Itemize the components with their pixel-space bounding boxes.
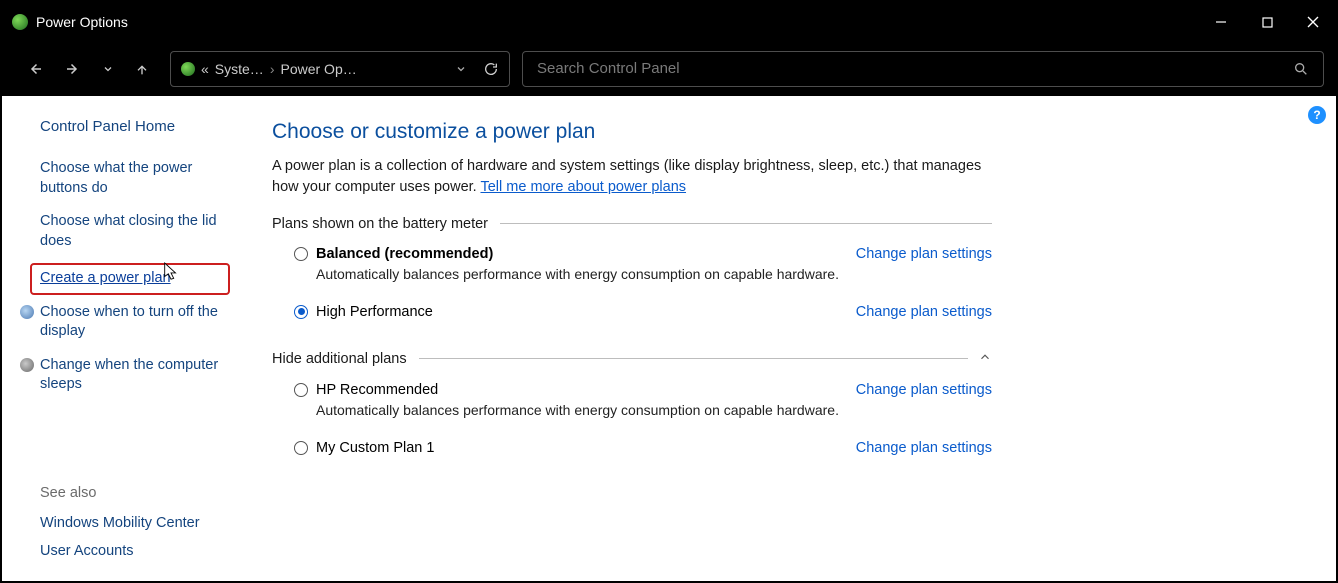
change-settings-custom1[interactable]: Change plan settings	[856, 440, 992, 456]
main-content: ? Choose or customize a power plan A pow…	[262, 96, 1336, 581]
sidebar-item-create-plan[interactable]: Create a power plan	[30, 263, 230, 295]
arrow-left-icon	[26, 60, 44, 78]
radio-hp-recommended[interactable]	[294, 383, 308, 397]
plan-name-balanced[interactable]: Balanced (recommended)	[316, 246, 493, 262]
forward-button[interactable]	[64, 60, 82, 78]
collapse-additional-button[interactable]	[978, 350, 992, 368]
minimize-icon	[1215, 16, 1227, 28]
section-battery-label: Plans shown on the battery meter	[272, 216, 488, 232]
see-also-mobility-center[interactable]: Windows Mobility Center	[40, 515, 248, 531]
search-button[interactable]	[1293, 61, 1309, 77]
page-description: A power plan is a collection of hardware…	[272, 156, 1002, 198]
sidebar: Control Panel Home Choose what the power…	[2, 96, 262, 581]
plan-desc-hp-recommended: Automatically balances performance with …	[316, 402, 856, 418]
change-settings-balanced[interactable]: Change plan settings	[856, 246, 992, 262]
back-button[interactable]	[26, 60, 44, 78]
plan-name-high-performance[interactable]: High Performance	[316, 304, 433, 320]
see-also-header: See also	[40, 485, 248, 501]
window-controls	[1198, 2, 1336, 42]
section-battery-plans: Plans shown on the battery meter	[272, 216, 992, 232]
section-additional-label: Hide additional plans	[272, 351, 407, 367]
create-power-plan-link[interactable]: Create a power plan	[40, 270, 171, 286]
arrow-up-icon	[134, 61, 150, 77]
minimize-button[interactable]	[1198, 2, 1244, 42]
divider	[419, 358, 968, 359]
address-dropdown[interactable]	[455, 63, 467, 75]
divider	[500, 223, 992, 224]
section-additional-plans[interactable]: Hide additional plans	[272, 350, 992, 368]
search-input[interactable]	[537, 60, 1293, 77]
breadcrumb-prefix: «	[201, 61, 209, 77]
change-settings-hp-recommended[interactable]: Change plan settings	[856, 382, 992, 398]
search-icon	[1293, 61, 1309, 77]
address-app-icon	[181, 62, 195, 76]
window-title: Power Options	[36, 14, 128, 30]
arrow-right-icon	[64, 60, 82, 78]
sidebar-item-power-buttons[interactable]: Choose what the power buttons do	[40, 159, 240, 198]
maximize-icon	[1262, 17, 1273, 28]
control-panel-home-link[interactable]: Control Panel Home	[40, 118, 248, 135]
breadcrumb-part2[interactable]: Power Op…	[280, 61, 356, 77]
app-icon	[12, 14, 28, 30]
window-root: Power Options	[0, 0, 1338, 583]
up-button[interactable]	[134, 61, 150, 77]
plan-row-balanced: Balanced (recommended) Automatically bal…	[272, 242, 992, 300]
help-button[interactable]: ?	[1308, 106, 1326, 124]
search-box[interactable]	[522, 51, 1324, 87]
page-title: Choose or customize a power plan	[272, 120, 1296, 144]
radio-balanced[interactable]	[294, 247, 308, 261]
nav-arrow-group	[14, 60, 158, 78]
plan-row-high-performance: High Performance Change plan settings	[272, 300, 992, 324]
plan-row-hp-recommended: HP Recommended Automatically balances pe…	[272, 378, 992, 436]
chevron-down-icon	[102, 63, 114, 75]
chevron-down-icon	[455, 63, 467, 75]
breadcrumb-chevron-icon[interactable]: ›	[270, 61, 275, 77]
title-bar: Power Options	[2, 2, 1336, 42]
refresh-button[interactable]	[483, 61, 499, 77]
radio-high-performance[interactable]	[294, 305, 308, 319]
address-bar[interactable]: « Syste… › Power Op…	[170, 51, 510, 87]
change-settings-high-performance[interactable]: Change plan settings	[856, 304, 992, 320]
content-body: Control Panel Home Choose what the power…	[2, 96, 1336, 581]
plan-desc-balanced: Automatically balances performance with …	[316, 266, 856, 282]
see-also-user-accounts[interactable]: User Accounts	[40, 543, 248, 559]
close-button[interactable]	[1290, 2, 1336, 42]
chevron-up-icon	[978, 350, 992, 364]
refresh-icon	[483, 61, 499, 77]
help-icon: ?	[1313, 108, 1320, 122]
plan-name-hp-recommended[interactable]: HP Recommended	[316, 382, 438, 398]
learn-more-link[interactable]: Tell me more about power plans	[480, 179, 686, 195]
recent-dropdown[interactable]	[102, 63, 114, 75]
maximize-button[interactable]	[1244, 2, 1290, 42]
sidebar-item-turn-off-display[interactable]: Choose when to turn off the display	[40, 303, 240, 342]
navigation-bar: « Syste… › Power Op…	[2, 42, 1336, 96]
radio-custom1[interactable]	[294, 441, 308, 455]
plan-row-custom1: My Custom Plan 1 Change plan settings	[272, 436, 992, 460]
breadcrumb-part1[interactable]: Syste…	[215, 61, 264, 77]
sidebar-item-closing-lid[interactable]: Choose what closing the lid does	[40, 212, 240, 251]
close-icon	[1307, 16, 1319, 28]
title-bar-left: Power Options	[12, 14, 128, 30]
sidebar-item-computer-sleeps[interactable]: Change when the computer sleeps	[40, 356, 240, 395]
plan-name-custom1[interactable]: My Custom Plan 1	[316, 440, 434, 456]
